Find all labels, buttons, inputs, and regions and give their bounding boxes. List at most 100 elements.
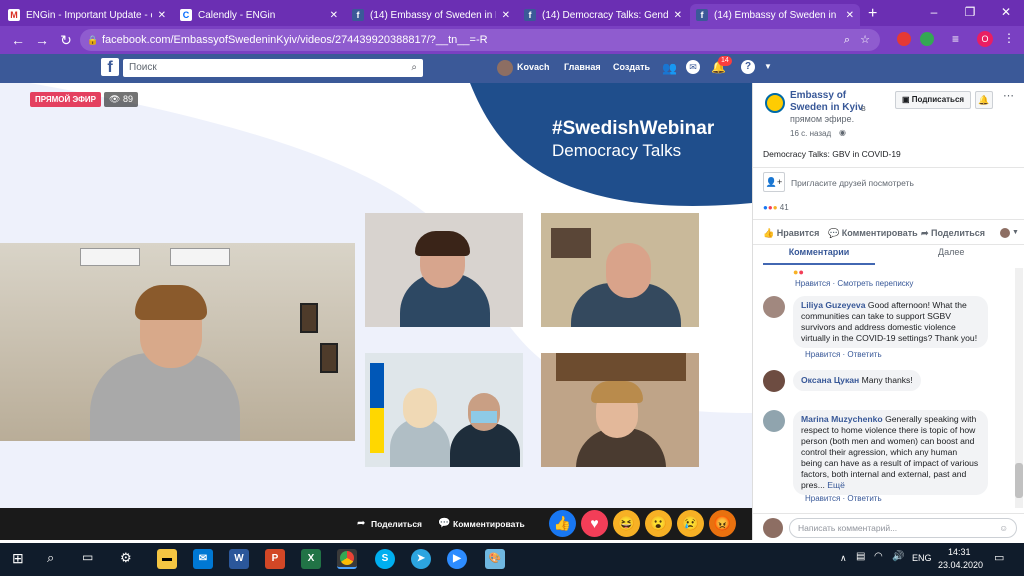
reply-link[interactable]: Ответить [847,350,881,359]
create-link[interactable]: Создать [613,62,650,72]
like-button[interactable]: 👍 Нравится [763,228,819,239]
page-avatar[interactable] [765,93,785,113]
like-link[interactable]: Нравится [805,350,840,359]
avatar[interactable] [763,296,785,318]
share-button[interactable]: ➦ Поделиться [921,228,985,239]
comment-author[interactable]: Оксана Цукан [801,375,859,385]
chevron-down-icon[interactable]: ▼ [1012,229,1019,236]
close-icon[interactable]: ✕ [158,10,166,21]
volume-icon[interactable]: 🔊 [892,551,904,562]
like-reaction-icon[interactable]: 👍 [549,510,576,537]
minimize-icon[interactable]: – [916,0,952,24]
network-icon[interactable]: ▤ [856,551,865,562]
sad-reaction-icon[interactable]: 😢 [677,510,704,537]
wow-reaction-icon[interactable]: 😮 [645,510,672,537]
share-button[interactable]: Поделиться [371,519,422,529]
live-video-player[interactable]: #SwedishWebinar Democracy Talks ПРЯМОЙ Э… [0,83,752,540]
extension-icon[interactable] [897,32,911,46]
view-thread-link[interactable]: Смотреть переписку [837,279,913,288]
zoom-icon[interactable]: ⌕ [844,29,850,51]
browser-tab[interactable]: f (14) Democracy Talks: Gender ✕ [518,4,688,26]
search-input[interactable]: Поиск ⌕ [123,59,423,77]
invite-text[interactable]: Пригласите друзей посмотреть [791,178,914,188]
love-reaction-icon[interactable]: ♥ [581,510,608,537]
restore-icon[interactable]: ❐ [952,0,988,24]
powerpoint-icon[interactable]: P [265,549,285,569]
avatar[interactable] [497,60,513,76]
post-timestamp[interactable]: 16 с. назад [790,129,831,138]
reaction-summary[interactable]: ●●● 41 [763,203,789,212]
skype-icon[interactable]: S [375,549,395,569]
haha-reaction-icon[interactable]: 😆 [613,510,640,537]
comment-author[interactable]: Liliya Guzeyeva [801,300,866,310]
grammarly-icon[interactable] [920,32,934,46]
clock-date[interactable]: 23.04.2020 [938,560,983,570]
comment-input[interactable]: Написать комментарий... ☺ [789,518,1017,538]
home-link[interactable]: Главная [564,62,601,72]
settings-gear-icon[interactable]: ⚙ [120,550,132,566]
avatar[interactable] [763,518,783,538]
close-icon[interactable]: ✕ [502,10,510,21]
search-icon[interactable]: ⌕ [47,550,54,566]
subscribe-button[interactable]: ▣ Подписаться [895,91,972,109]
forward-icon[interactable]: → [30,32,54,48]
action-center-icon[interactable]: ▭ [994,551,1004,564]
browser-tab-active[interactable]: f (14) Embassy of Sweden in ✕ [690,4,860,26]
task-view-icon[interactable]: ▭ [82,550,93,564]
clock-time[interactable]: 14:31 [948,547,971,557]
back-icon[interactable]: ← [6,32,30,48]
new-tab-icon[interactable]: + [868,2,877,26]
close-icon[interactable]: ✕ [846,10,854,21]
profile-link[interactable]: Kovach [517,62,550,72]
friends-icon[interactable]: 👥 [662,61,677,75]
browser-tab[interactable]: C Calendly - ENGin ✕ [174,4,344,26]
comment-author[interactable]: Marina Muzychenko [801,414,883,424]
windows-start-icon[interactable]: ⊞ [12,550,24,567]
excel-icon[interactable]: X [301,549,321,569]
search-icon[interactable]: ⌕ [411,59,417,77]
tray-chevron-icon[interactable]: ∧ [840,553,847,564]
bell-icon[interactable]: 🔔 [975,91,993,109]
angry-reaction-icon[interactable]: 😡 [709,510,736,537]
zoom-app-icon[interactable]: ▶ [447,549,467,569]
telegram-icon[interactable]: ➤ [411,549,431,569]
menu-icon[interactable]: ⋮ [1003,31,1015,45]
emoji-icon[interactable]: ☺ [999,519,1008,537]
reading-list-icon[interactable]: ≡ [952,32,959,46]
avatar[interactable] [763,370,785,392]
close-icon[interactable]: ✕ [330,10,338,21]
wifi-icon[interactable]: ◠ [874,551,883,562]
mail-icon[interactable]: ✉ [193,549,213,569]
word-icon[interactable]: W [229,549,249,569]
url-field[interactable]: 🔒 facebook.com/EmbassyofSwedeninKyiv/vid… [80,29,880,51]
like-link[interactable]: Нравится [795,279,830,288]
facebook-logo-icon[interactable]: f [101,58,119,76]
browser-tab[interactable]: f (14) Embassy of Sweden in Kyiv ✕ [346,4,516,26]
messenger-icon[interactable]: ✉ [686,60,700,74]
invite-friends-icon[interactable]: 👤+ [763,172,785,192]
reply-link[interactable]: Ответить [847,494,881,503]
more-options-icon[interactable]: ⋯ [1003,89,1014,102]
account-menu-icon[interactable]: ▼ [764,62,772,71]
browser-tab[interactable]: M ENGin - Important Update - o ✕ [2,4,172,26]
profile-avatar[interactable]: O [977,31,993,47]
help-icon[interactable]: ? [741,60,755,74]
see-more-link[interactable]: Ещё [827,480,845,490]
close-icon[interactable]: ✕ [674,10,682,21]
like-link[interactable]: Нравится [805,494,840,503]
page-name-cont[interactable]: Sweden in Kyiv [790,102,863,113]
file-explorer-icon[interactable]: ▬ [157,549,177,569]
avatar[interactable] [763,410,785,432]
paint-icon[interactable]: 🎨 [485,549,505,569]
comment-button[interactable]: 💬 Комментировать [828,228,918,239]
close-window-icon[interactable]: ✕ [988,0,1024,24]
bookmark-star-icon[interactable]: ☆ [860,29,870,51]
tab-next[interactable]: Далее [938,247,964,257]
language-indicator[interactable]: ENG [912,553,932,563]
tab-comments[interactable]: Комментарии [763,247,875,265]
page-name[interactable]: Embassy of [790,90,846,101]
scrollbar-thumb[interactable] [1015,463,1023,498]
scrollbar[interactable] [1015,268,1023,508]
reload-icon[interactable]: ↻ [54,32,78,49]
comment-button[interactable]: Комментировать [453,519,525,529]
